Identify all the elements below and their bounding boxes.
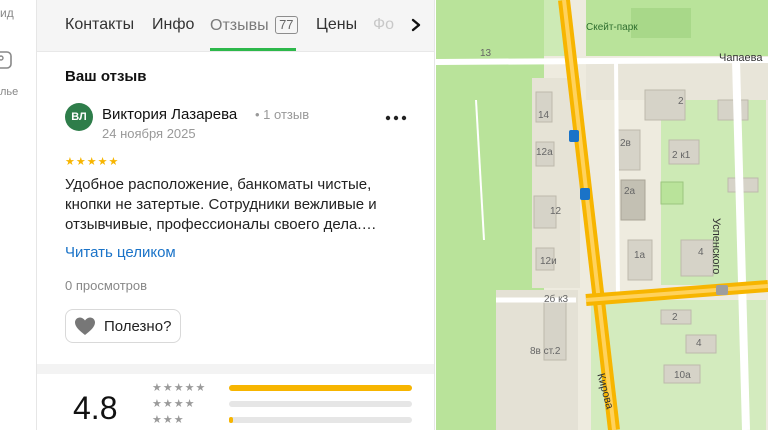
map-label: 12 [550,206,562,217]
map-view[interactable]: Чапаева Успенского Кирова Скейт-парк 13 … [436,0,768,430]
left-rail: ид лье [0,0,37,430]
tab-reviews-label: Отзывы [210,17,269,34]
map-label: 1а [634,250,646,261]
street-label-chapaeva: Чапаева [719,52,763,64]
avatar[interactable]: ВЛ [65,103,93,131]
gallery-icon[interactable] [0,48,16,72]
distribution-bar [229,401,412,407]
tab-prices[interactable]: Цены [316,16,357,34]
tab-photos[interactable]: Фо [373,16,394,34]
author-review-count: • 1 отзыв [255,107,310,122]
rail-top-label: ид [0,6,14,20]
more-options-icon[interactable] [383,110,409,126]
row-stars-3: ★ ★ ★ [152,414,184,426]
distribution-bar [229,385,412,391]
map-label: 2б к3 [544,294,569,305]
tab-info[interactable]: Инфо [152,16,194,34]
star-icon: ★ [86,156,97,168]
chevron-right-icon[interactable] [407,14,425,36]
distribution-fill [229,417,233,423]
org-panel: Контакты Инфо Отзывы 77 Цены Фо Ваш отзы… [37,0,435,430]
map-label: 12и [540,256,557,267]
rating-value: 4.8 [73,390,118,426]
map-label: 4 [698,247,704,258]
distribution-fill [229,385,412,391]
street-label-uspenskogo: Успенского [710,218,722,275]
star-icon: ★ [75,156,86,168]
map-label: 14 [538,110,550,121]
star-icon: ★ [65,156,75,168]
row-stars-4: ★ ★ ★ ★ [152,398,195,410]
tab-bar: Контакты Инфо Отзывы 77 Цены Фо [37,0,434,52]
useful-label: Полезно? [104,317,172,335]
author-name[interactable]: Виктория Лазарева [102,106,237,123]
review-stars: ★ ★ ★ ★ ★ [65,156,118,168]
tab-reviews[interactable]: Отзывы 77 [210,16,298,35]
map-label: 13 [480,48,492,59]
map-label: 12а [536,147,553,158]
map-label: 10а [674,370,691,381]
read-more-link[interactable]: Читать целиком [65,244,176,261]
row-stars-5: ★ ★ ★ ★ ★ [152,382,206,394]
map-label: 2 [678,96,684,107]
review-text: Удобное расположение, банкоматы чистые, … [65,176,377,233]
views-count: 0 просмотров [65,278,148,293]
star-icon: ★ [97,156,108,168]
map-label: 2 [672,312,678,323]
useful-button[interactable]: Полезно? [65,309,181,343]
map-canvas [436,0,768,430]
rail-bottom-label: лье [0,86,19,98]
distribution-bar [229,417,412,423]
your-review-title: Ваш отзыв [65,68,147,85]
tab-contacts[interactable]: Контакты [65,16,134,34]
heart-icon [75,317,95,335]
active-tab-indicator [210,48,296,51]
map-label: 8в ст.2 [530,346,561,357]
review-date: 24 ноября 2025 [102,126,196,141]
section-divider [37,364,434,374]
map-label: 2 к1 [672,150,691,161]
map-label: 4 [696,338,702,349]
reviews-count-badge: 77 [275,16,298,34]
map-label: 2а [624,186,636,197]
star-icon: ★ [108,156,119,168]
map-label-skatepark: Скейт-парк [586,22,638,33]
map-label: 2в [620,138,631,149]
